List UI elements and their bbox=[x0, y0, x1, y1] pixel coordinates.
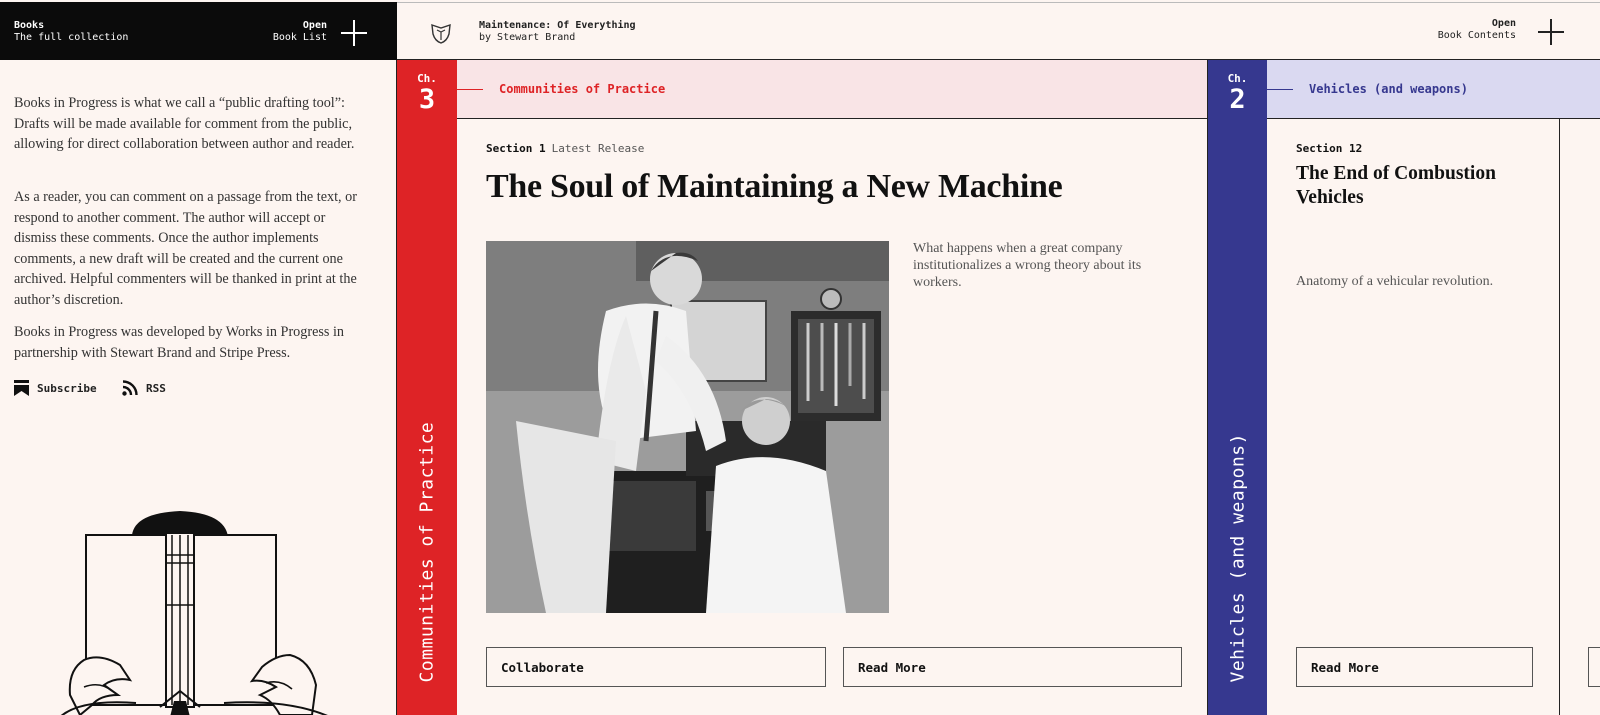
credits-paragraph: Books in Progress was developed by Works… bbox=[14, 324, 345, 361]
header-rule bbox=[1267, 89, 1293, 90]
sidebar: Books in Progress is what we call a “pub… bbox=[0, 60, 397, 715]
collection-label: The full collection bbox=[14, 32, 129, 43]
next-section-button[interactable] bbox=[1588, 647, 1600, 687]
collaborate-button[interactable]: Collaborate bbox=[486, 647, 826, 687]
reader-paragraph: As a reader, you can comment on a passag… bbox=[14, 189, 357, 308]
next-section-content bbox=[1560, 119, 1600, 715]
bookmark-icon bbox=[14, 380, 29, 396]
chapter-number: 3 bbox=[418, 84, 436, 115]
read-more-button[interactable]: Read More bbox=[1296, 647, 1533, 687]
chapter-number: 2 bbox=[1229, 84, 1246, 115]
section-label: Section 1 Latest Release bbox=[486, 142, 644, 155]
shield-book-icon[interactable] bbox=[429, 21, 453, 45]
latest-release-tag: Latest Release bbox=[551, 142, 645, 155]
open-book-list-button[interactable]: Open Book List bbox=[273, 20, 327, 44]
books-label: Books bbox=[14, 20, 45, 31]
book-list-label: Book List bbox=[272, 32, 327, 43]
chapter-3-strip[interactable]: Ch. 3 Communities of Practice bbox=[397, 60, 457, 715]
chapter-title[interactable]: Communities of Practice bbox=[499, 82, 665, 96]
section-summary: What happens when a great company instit… bbox=[913, 241, 1142, 290]
read-more-button[interactable]: Read More bbox=[843, 647, 1182, 687]
book-contents-label: Book Contents bbox=[1437, 30, 1516, 41]
book-title: Maintenance: Of Everything bbox=[479, 20, 636, 31]
chapter-title[interactable]: Vehicles (and weapons) bbox=[1309, 82, 1468, 96]
plus-icon[interactable] bbox=[341, 20, 367, 46]
book-title-link[interactable]: Maintenance: Of Everything by Stewart Br… bbox=[479, 20, 636, 44]
rss-link[interactable]: RSS bbox=[122, 379, 166, 397]
section-summary: Anatomy of a vehicular revolution. bbox=[1296, 274, 1494, 289]
open-book-contents-button[interactable]: Open Book Contents bbox=[1438, 18, 1516, 42]
open-label: Open bbox=[302, 20, 327, 31]
intro-paragraph: Books in Progress is what we call a “pub… bbox=[14, 95, 355, 152]
photo-illustration bbox=[486, 241, 889, 613]
rss-icon bbox=[122, 380, 138, 396]
section-title[interactable]: The Soul of Maintaining a New Machine bbox=[486, 168, 1063, 206]
chapter-2-strip[interactable]: Ch. 2 Vehicles (and weapons) bbox=[1207, 60, 1267, 715]
reader-illustration bbox=[60, 511, 328, 715]
chapter-2-header: Vehicles (and weapons) bbox=[1267, 60, 1600, 119]
book-topbar: Maintenance: Of Everything by Stewart Br… bbox=[397, 2, 1600, 60]
subscribe-link[interactable]: Subscribe bbox=[14, 379, 97, 397]
chapter-vertical-title: Vehicles (and weapons) bbox=[1227, 433, 1248, 683]
section-number: Section 1 bbox=[486, 142, 546, 155]
books-topbar: Books The full collection Open Book List bbox=[0, 2, 397, 60]
chapter-3-header: Communities of Practice bbox=[457, 60, 1207, 119]
plus-icon[interactable] bbox=[1538, 19, 1564, 45]
subscribe-label: Subscribe bbox=[37, 381, 97, 395]
open-contents-label: Open bbox=[1491, 18, 1516, 29]
section-photo bbox=[486, 241, 889, 613]
next-section-card[interactable] bbox=[1560, 119, 1600, 715]
chapter-vertical-title: Communities of Practice bbox=[416, 421, 438, 683]
section-number: Section 12 bbox=[1296, 142, 1363, 155]
rss-label: RSS bbox=[146, 381, 166, 395]
book-author: by Stewart Brand bbox=[479, 32, 576, 43]
section-title[interactable]: The End of Combustion Vehicles bbox=[1296, 162, 1516, 210]
books-collection-link[interactable]: Books The full collection bbox=[14, 20, 128, 44]
header-rule bbox=[457, 89, 483, 90]
